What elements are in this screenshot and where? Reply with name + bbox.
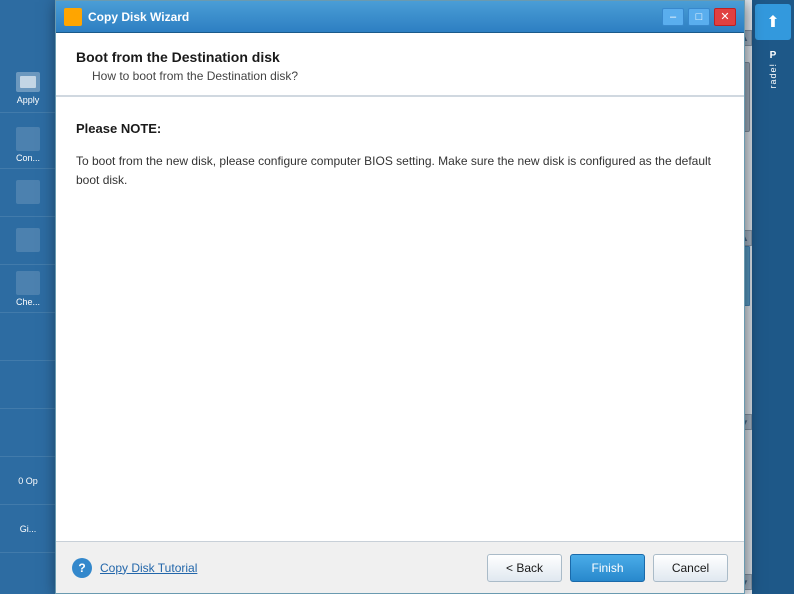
- upgrade-btn-icon[interactable]: ⬆: [755, 4, 791, 40]
- dialog-title: Copy Disk Wizard: [88, 10, 662, 24]
- sidebar-item-check4[interactable]: [0, 409, 56, 457]
- sidebar: Apply Con... Che... 0 Op Gi...: [0, 0, 56, 594]
- sidebar-item-check[interactable]: Che...: [0, 265, 56, 313]
- copy-disk-wizard-dialog: ⚙ Copy Disk Wizard – □ ✕ Boot from the D…: [55, 0, 745, 594]
- footer-buttons: < Back Finish Cancel: [487, 554, 728, 582]
- sidebar-ops-label: 0 Op: [18, 476, 38, 486]
- sidebar-convert-label: Con...: [16, 153, 40, 163]
- sidebar-apply-label: Apply: [17, 95, 40, 105]
- sidebar-gi-label: Gi...: [20, 524, 37, 534]
- maximize-button[interactable]: □: [688, 8, 710, 26]
- sidebar-item-clean2[interactable]: [0, 217, 56, 265]
- help-link[interactable]: Copy Disk Tutorial: [100, 561, 197, 575]
- dialog-titlebar: ⚙ Copy Disk Wizard – □ ✕: [56, 1, 744, 33]
- cancel-button[interactable]: Cancel: [653, 554, 728, 582]
- help-icon[interactable]: ?: [72, 558, 92, 578]
- header-title: Boot from the Destination disk: [76, 49, 724, 65]
- upgrade-text: rade!: [768, 63, 778, 89]
- finish-button[interactable]: Finish: [570, 554, 645, 582]
- minimize-button[interactable]: –: [662, 8, 684, 26]
- sidebar-item-apply[interactable]: Apply: [0, 65, 56, 113]
- footer-left: ? Copy Disk Tutorial: [72, 558, 487, 578]
- dialog-body: Please NOTE: To boot from the new disk, …: [56, 97, 744, 541]
- sidebar-item-check2[interactable]: [0, 313, 56, 361]
- sidebar-item-ops[interactable]: 0 Op: [0, 457, 56, 505]
- sidebar-item-clean[interactable]: [0, 169, 56, 217]
- header-subtitle: How to boot from the Destination disk?: [76, 69, 724, 83]
- sidebar-item-check3[interactable]: [0, 361, 56, 409]
- note-text: To boot from the new disk, please config…: [76, 152, 724, 190]
- dialog-footer: ? Copy Disk Tutorial < Back Finish Cance…: [56, 541, 744, 593]
- wizard-icon: ⚙: [64, 8, 82, 26]
- sidebar-item-gi[interactable]: Gi...: [0, 505, 56, 553]
- back-button[interactable]: < Back: [487, 554, 562, 582]
- note-heading: Please NOTE:: [76, 121, 724, 136]
- upgrade-label: P: [770, 50, 777, 61]
- dialog-header: Boot from the Destination disk How to bo…: [56, 33, 744, 96]
- close-button[interactable]: ✕: [714, 8, 736, 26]
- sidebar-item-convert[interactable]: Con...: [0, 121, 56, 169]
- dialog-content: Boot from the Destination disk How to bo…: [56, 33, 744, 593]
- sidebar-check-label: Che...: [16, 297, 40, 307]
- upgrade-panel: ⬆ P rade!: [752, 0, 794, 594]
- titlebar-buttons: – □ ✕: [662, 8, 736, 26]
